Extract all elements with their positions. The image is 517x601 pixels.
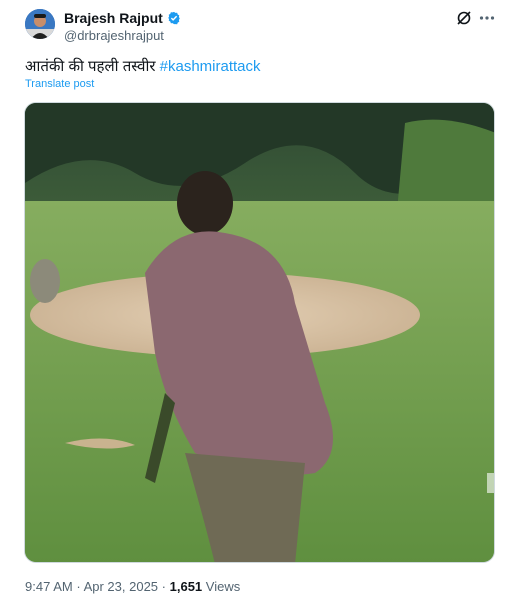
post-body: आतंकी की पहली तस्वीर (25, 58, 156, 75)
translate-post-link[interactable]: Translate post (25, 78, 94, 90)
post-date[interactable]: Apr 23, 2025 (84, 579, 158, 594)
post-time[interactable]: 9:47 AM (25, 579, 73, 594)
views-label: Views (205, 579, 241, 594)
post-text: आतंकी की पहली तस्वीर #kashmirattack (25, 56, 261, 76)
grok-icon[interactable] (455, 9, 473, 27)
verified-badge-icon[interactable] (167, 11, 181, 25)
post-metadata: 9:47 AM · Apr 23, 2025 · 1,651 Views (25, 579, 240, 594)
avatar[interactable] (25, 9, 55, 39)
author-handle[interactable]: @drbrajeshrajput (64, 28, 164, 43)
post: Brajesh Rajput @drbrajeshrajput आतंकी की… (0, 0, 517, 601)
meta-separator-2: · (161, 579, 166, 594)
author-display-name[interactable]: Brajesh Rajput (64, 10, 163, 26)
meta-separator: · (76, 579, 81, 594)
more-icon[interactable] (478, 9, 496, 27)
author-name-row: Brajesh Rajput (64, 10, 181, 26)
views-count: 1,651 (169, 579, 203, 594)
post-media-video[interactable] (24, 102, 495, 563)
hashtag-link[interactable]: #kashmirattack (160, 58, 261, 75)
